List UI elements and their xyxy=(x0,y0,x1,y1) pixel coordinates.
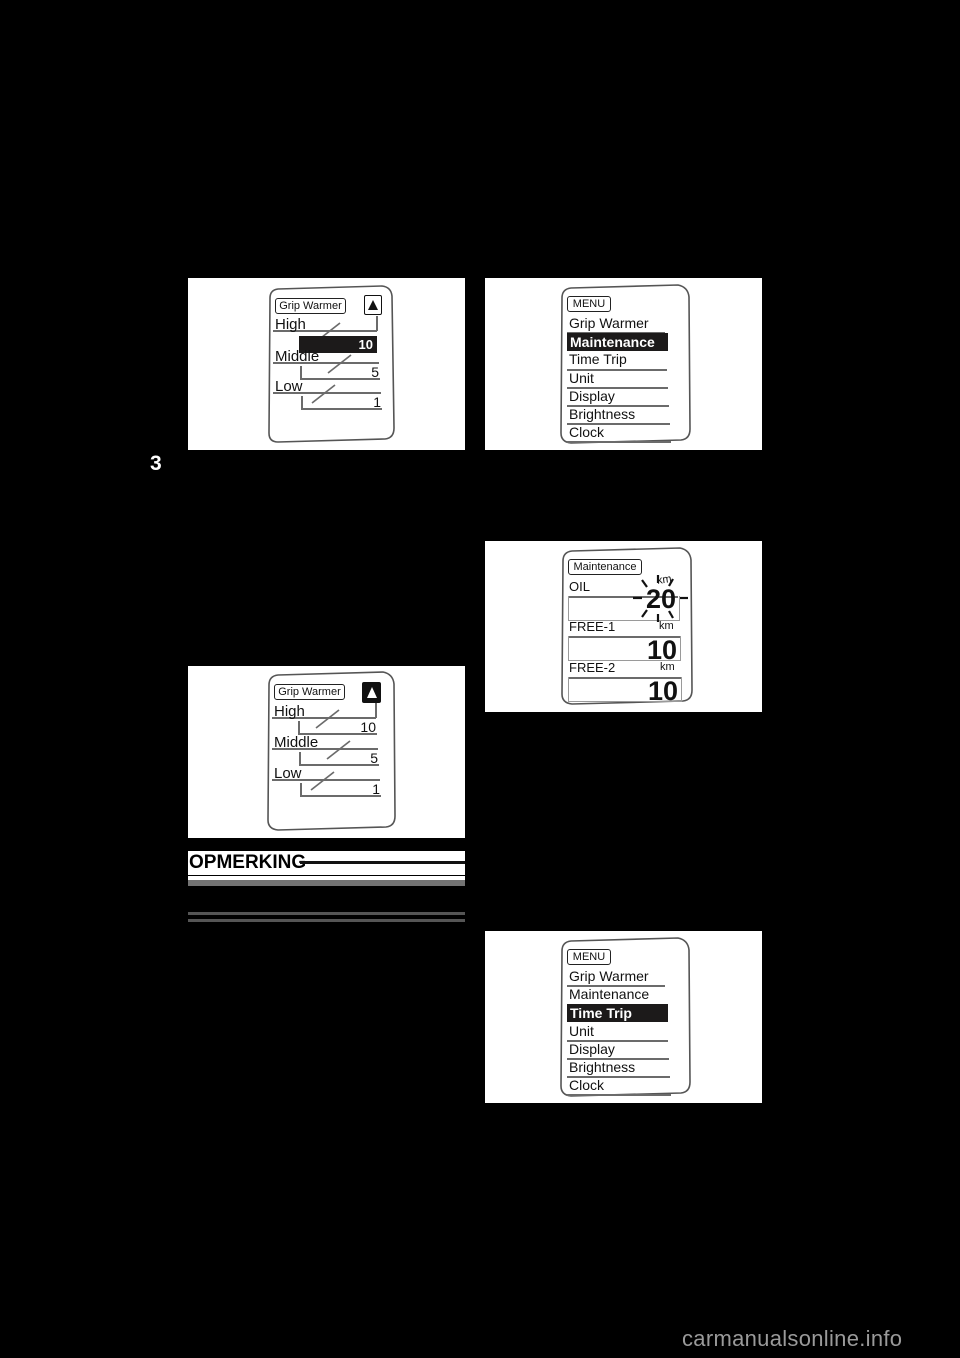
maintenance-unit-free1: km xyxy=(659,620,674,632)
lcd-menu-maintenance: MENU Grip Warmer Maintenance Time Trip U… xyxy=(556,284,696,445)
menu-item-time-trip[interactable]: Time Trip xyxy=(569,351,627,367)
menu-item-grip-warmer[interactable]: Grip Warmer xyxy=(569,315,649,331)
maintenance-label-free2: FREE-2 xyxy=(569,660,616,675)
level-value-low: 1 xyxy=(373,394,381,410)
maintenance-value-oil: 20 xyxy=(645,584,676,614)
menu-item-clock[interactable]: Clock xyxy=(569,1077,604,1093)
lcd-menu-time-trip: MENU Grip Warmer Maintenance Time Trip U… xyxy=(556,937,696,1098)
site-watermark: carmanualsonline.info xyxy=(682,1326,903,1351)
arrow-up-filled-icon xyxy=(362,682,381,703)
menu-item-unit[interactable]: Unit xyxy=(569,1023,594,1039)
menu-item-grip-warmer[interactable]: Grip Warmer xyxy=(569,968,649,984)
menu-item-maintenance[interactable]: Maintenance xyxy=(569,986,649,1002)
row-top-tick-high xyxy=(376,316,378,331)
maintenance-label-free1: FREE-1 xyxy=(569,619,616,634)
level-value-low: 1 xyxy=(372,781,380,797)
arrow-up-outline-icon xyxy=(364,295,382,315)
manual-page: 3 Grip Warmer High 10 Middle 5 Low 1 MEN… xyxy=(0,0,960,1358)
level-label-high: High xyxy=(275,316,306,333)
note-title-rule xyxy=(300,861,465,864)
level-value-high: 10 xyxy=(360,719,376,735)
lcd-grip-warmer-adjust: Grip Warmer High 10 Middle 5 Low 1 xyxy=(264,285,398,444)
lcd-title-tag: MENU xyxy=(567,296,611,312)
maintenance-value-free2: 10 xyxy=(647,676,678,706)
maintenance-label-oil: OIL xyxy=(569,579,590,594)
lcd-grip-warmer-confirm: Grip Warmer High 10 Middle 5 Low 1 xyxy=(263,671,400,832)
lcd-title-tag: Grip Warmer xyxy=(275,298,346,314)
menu-item-clock[interactable]: Clock xyxy=(569,424,604,440)
level-label-high: High xyxy=(274,703,305,720)
note-title: OPMERKING xyxy=(189,852,307,873)
menu-item-unit[interactable]: Unit xyxy=(569,370,594,386)
level-label-low: Low xyxy=(275,378,303,395)
maintenance-unit-free2: km xyxy=(660,661,675,673)
note-body-redacted xyxy=(188,880,465,886)
arrow-up-glyph xyxy=(366,687,377,698)
menu-item-time-trip[interactable]: Time Trip xyxy=(567,1004,668,1022)
level-label-middle: Middle xyxy=(274,734,319,751)
level-label-low: Low xyxy=(274,765,302,782)
chapter-number: 3 xyxy=(150,452,162,475)
row-top-tick-high xyxy=(375,703,377,718)
menu-item-maintenance[interactable]: Maintenance xyxy=(567,333,668,351)
menu-item-brightness[interactable]: Brightness xyxy=(569,406,635,422)
level-value-middle: 5 xyxy=(371,364,379,380)
menu-item-display[interactable]: Display xyxy=(569,388,615,404)
menu-item-brightness[interactable]: Brightness xyxy=(569,1059,635,1075)
lcd-title-tag: MENU xyxy=(567,949,611,965)
note-bottom-rule-1 xyxy=(188,912,465,915)
level-value-middle: 5 xyxy=(370,750,378,766)
level-label-middle: Middle xyxy=(275,348,320,365)
note-bottom-rule-2 xyxy=(188,919,465,922)
menu-rule-6 xyxy=(567,441,671,443)
menu-rule-6 xyxy=(567,1094,671,1096)
lcd-maintenance: Maintenance OIL km 20 FREE-1 km 10 FREE-… xyxy=(556,547,698,706)
lcd-title-tag: Grip Warmer xyxy=(274,684,345,700)
menu-item-display[interactable]: Display xyxy=(569,1041,615,1057)
arrow-up-glyph xyxy=(368,300,378,310)
